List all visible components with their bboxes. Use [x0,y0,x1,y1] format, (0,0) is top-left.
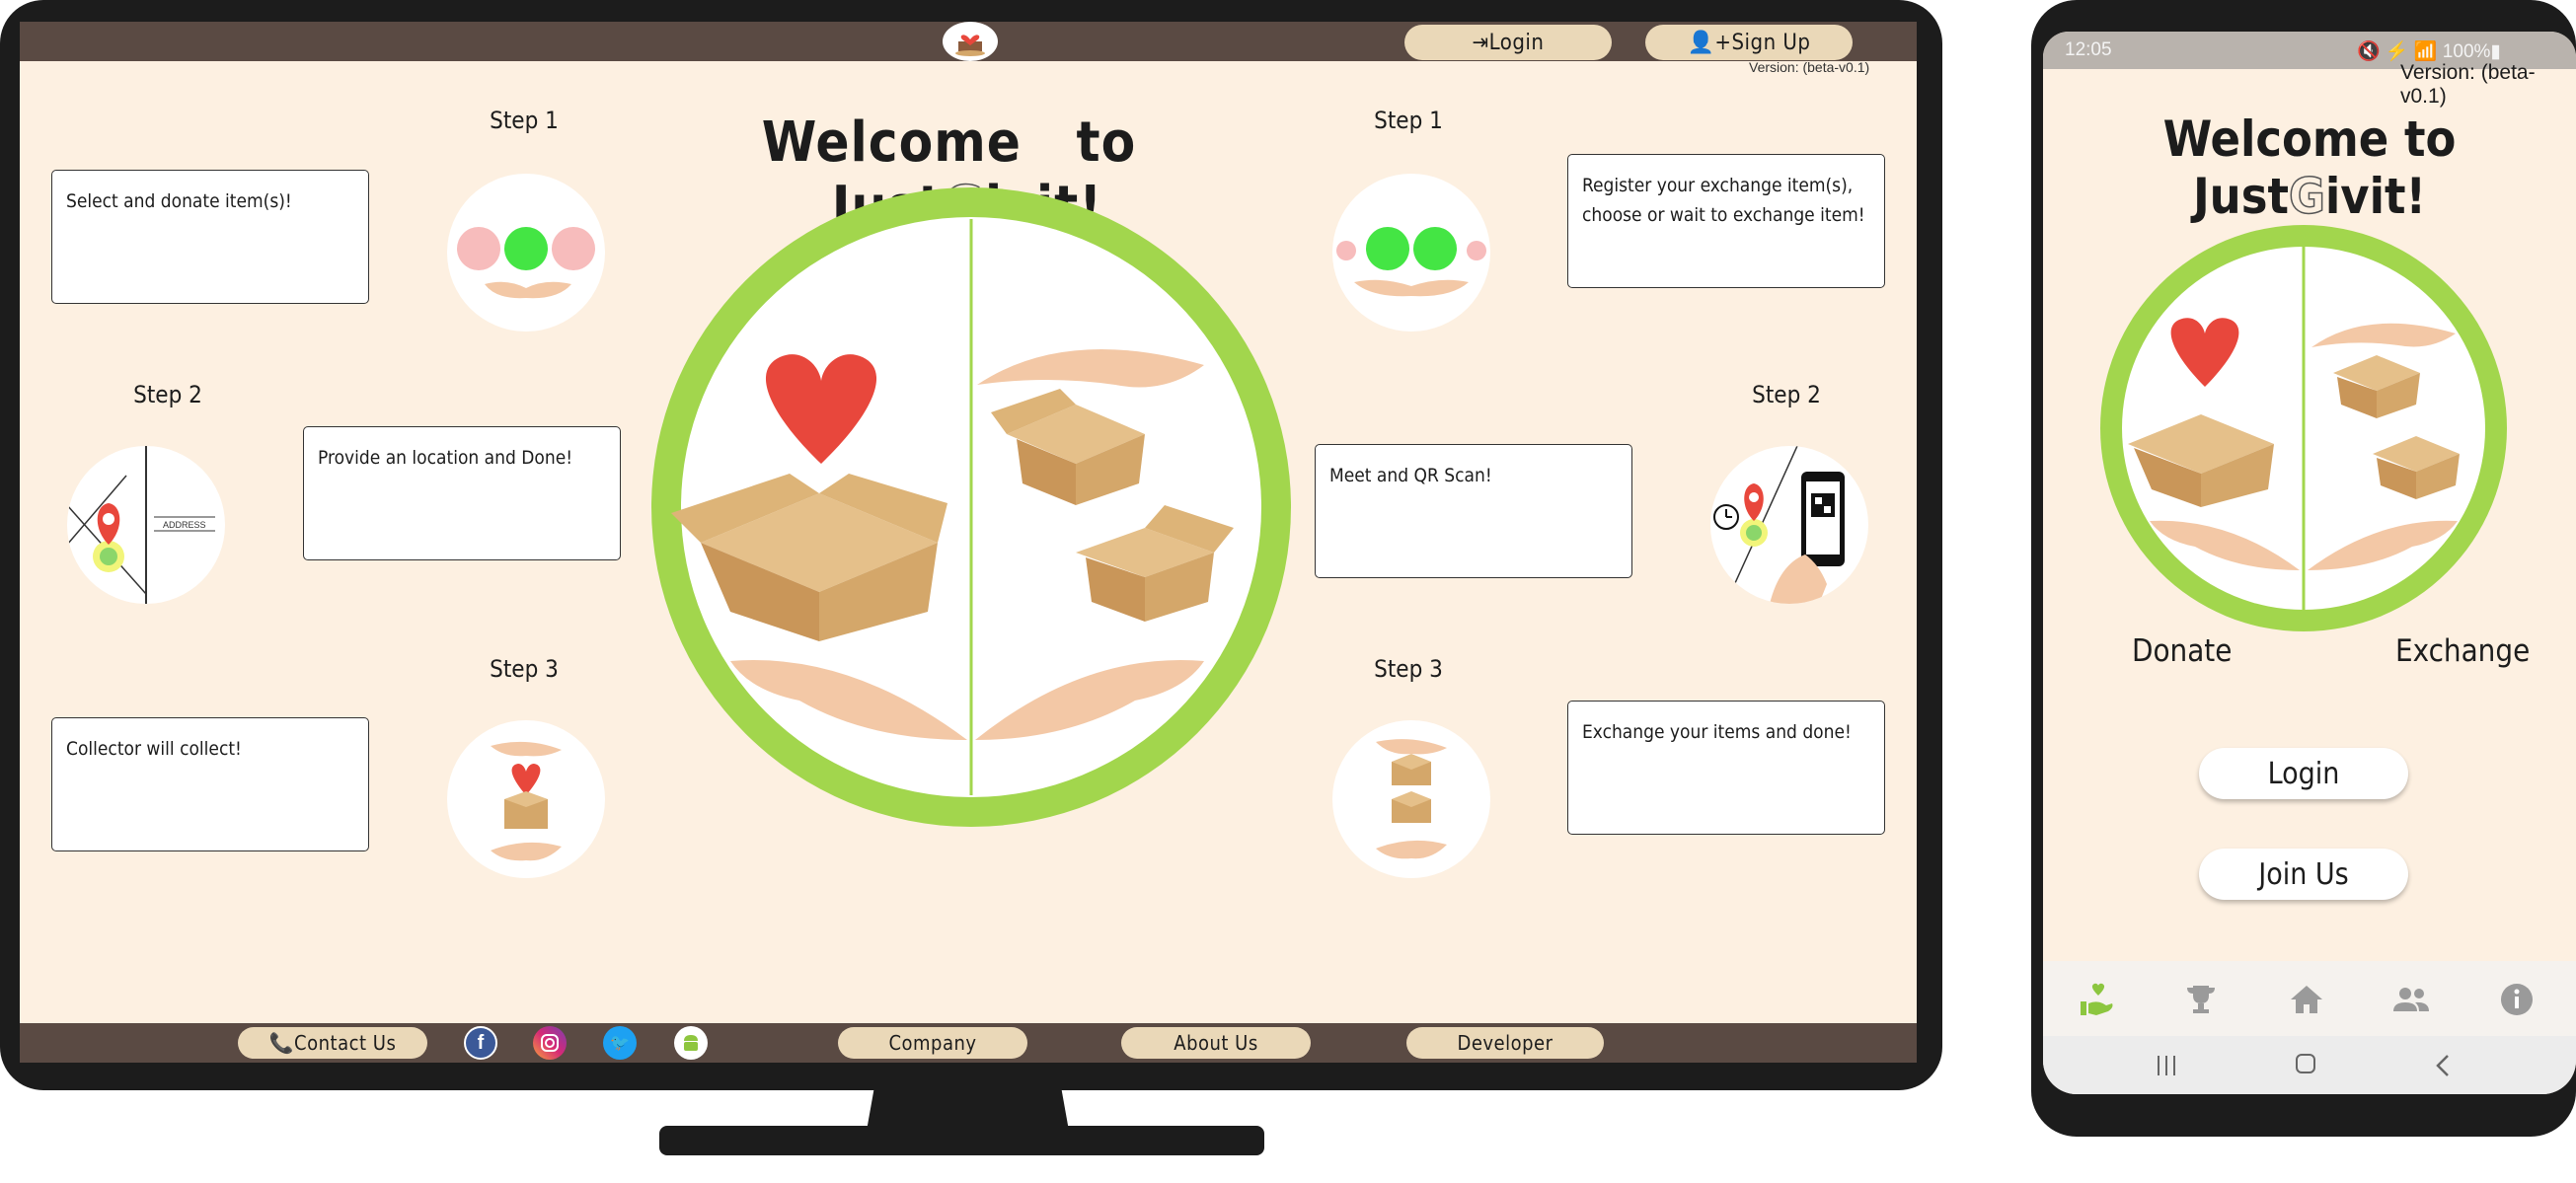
exchange-step3-icon [1332,720,1490,878]
exchange-step2-icon [1710,446,1868,604]
status-time: 12:05 [2065,39,2112,60]
donate-label[interactable]: Donate [2132,633,2232,669]
donate-step1-icon [447,174,605,332]
exchange-step3-label: Step 3 [1374,655,1443,683]
exchange-step1-icon [1332,174,1490,332]
twitter-icon[interactable]: 🐦 [603,1026,637,1060]
donate-hand-icon[interactable] [2070,973,2123,1026]
phone-title-part-3: ivit! [2324,168,2427,225]
title-part-to: to [1076,111,1137,175]
logo[interactable] [943,22,998,61]
exchange-step2-label: Step 2 [1752,381,1821,408]
exchange-step1-label: Step 1 [1374,107,1443,134]
footer-bar: 📞Contact Us f 🐦 Company About Us Develop… [20,1023,1917,1063]
donate-step3-box: Collector will collect! [51,717,369,851]
donate-step2-box: Provide an location and Done! [303,426,621,560]
about-us-button[interactable]: About Us [1121,1027,1311,1059]
home-icon[interactable] [2280,973,2333,1026]
status-icons: 🔇 ⚡ 📶 100%▮ [2357,41,2501,62]
facebook-icon[interactable]: f [464,1026,497,1060]
join-us-button[interactable]: Join Us [2199,849,2408,900]
contact-us-button[interactable]: 📞Contact Us [238,1027,427,1059]
phone-page-title: Welcome to JustGivit! [2043,111,2576,226]
info-icon[interactable] [2490,973,2543,1026]
phone-version-label: Version: (beta-v0.1) [2400,61,2536,108]
login-button[interactable]: ⇥Login [1404,25,1612,60]
donate-step3-icon [447,720,605,878]
donate-step1-box: Select and donate item(s)! [51,170,369,304]
system-nav-bar [2043,1036,2576,1094]
monitor-stand-neck [867,1085,1069,1131]
phone-device: 12:05 🔇 ⚡ 📶 100%▮ Version: (beta-v0.1) W… [2031,0,2576,1137]
exchange-label[interactable]: Exchange [2395,633,2530,669]
instagram-icon[interactable] [533,1026,567,1060]
people-icon[interactable] [2385,973,2438,1026]
company-button[interactable]: Company [838,1027,1027,1059]
title-part-welcome: Welcome [761,111,1022,175]
donate-step2-label: Step 2 [133,381,202,408]
donate-step2-icon: ADDRESS [67,446,225,604]
sign-up-button[interactable]: 👤+Sign Up [1645,25,1853,60]
desktop-screen: ⇥Login 👤+Sign Up Version: (beta-v0.1) We… [20,22,1917,1063]
bottom-nav-bar [2043,961,2576,1036]
phone-login-button[interactable]: Login [2199,748,2408,799]
recent-apps-icon[interactable] [2152,1052,2181,1079]
monitor-stand-base [659,1126,1264,1155]
phone-screen: 12:05 🔇 ⚡ 📶 100%▮ Version: (beta-v0.1) W… [2043,32,2576,1094]
exchange-step1-box: Register your exchange item(s), choose o… [1567,154,1885,288]
android-icon[interactable] [674,1026,708,1060]
back-icon[interactable] [2432,1052,2456,1079]
developer-button[interactable]: Developer [1406,1027,1604,1059]
phone-donate-exchange-illustration [2100,225,2507,631]
version-label: Version: (beta-v0.1) [1749,59,1870,75]
trophy-icon[interactable] [2174,973,2228,1026]
exchange-step3-box: Exchange your items and done! [1567,701,1885,835]
donate-exchange-illustration [651,187,1291,827]
logo-icon [955,35,985,56]
desktop-monitor: ⇥Login 👤+Sign Up Version: (beta-v0.1) We… [0,0,1942,1090]
exchange-step2-box: Meet and QR Scan! [1315,444,1632,578]
home-circle-icon[interactable] [2296,1054,2315,1073]
address-label: ADDRESS [163,520,206,530]
phone-title-part-g: G [2288,167,2325,226]
donate-step1-label: Step 1 [490,107,559,134]
donate-step3-label: Step 3 [490,655,559,683]
